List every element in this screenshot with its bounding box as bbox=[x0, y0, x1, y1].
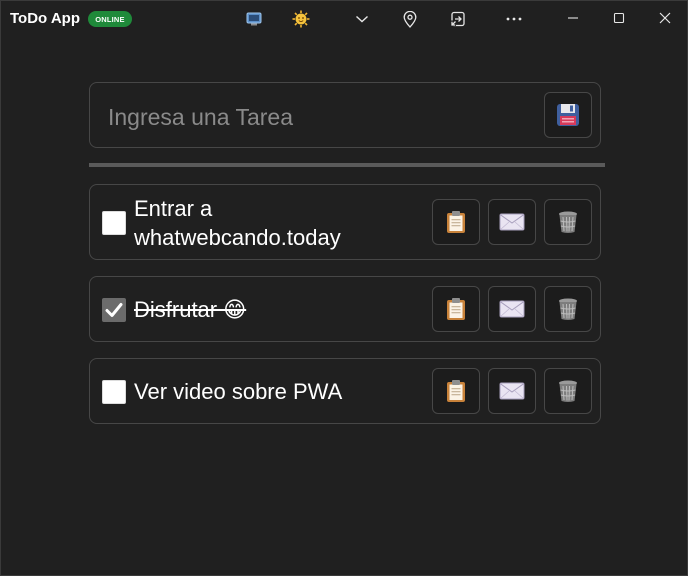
copy-button[interactable] bbox=[432, 286, 480, 332]
app-title: ToDo App bbox=[10, 10, 80, 27]
envelope-icon bbox=[499, 382, 525, 400]
task-label-line: Entrar a bbox=[134, 196, 213, 221]
task-label: Entrar a whatwebcando.today bbox=[134, 194, 424, 252]
more-options-icon[interactable] bbox=[502, 7, 526, 31]
delete-button[interactable] bbox=[544, 368, 592, 414]
clipboard-icon bbox=[447, 380, 465, 402]
task-label: Ver video sobre PWA bbox=[134, 379, 343, 404]
task-label: Disfrutar 😁 bbox=[134, 297, 247, 322]
maximize-button[interactable] bbox=[596, 1, 642, 35]
task-label-line: whatwebcando.today bbox=[134, 225, 341, 250]
cast-icon[interactable] bbox=[242, 7, 266, 31]
envelope-icon bbox=[499, 213, 525, 231]
email-button[interactable] bbox=[488, 286, 536, 332]
save-button[interactable] bbox=[544, 92, 592, 138]
checkmark-icon bbox=[105, 303, 123, 317]
task-item: Disfrutar 😁 bbox=[89, 276, 601, 342]
email-button[interactable] bbox=[488, 199, 536, 245]
title-bar: ToDo App ONLINE bbox=[1, 1, 688, 37]
minimize-icon bbox=[568, 17, 578, 19]
delete-button[interactable] bbox=[544, 286, 592, 332]
floppy-disk-icon bbox=[557, 104, 579, 126]
task-item: Ver video sobre PWA bbox=[89, 358, 601, 424]
task-checkbox[interactable] bbox=[102, 211, 126, 235]
clipboard-icon bbox=[447, 211, 465, 233]
app-window: ToDo App ONLINE Ingresa una Tarea Entrar… bbox=[0, 0, 688, 576]
wastebasket-icon bbox=[559, 380, 577, 402]
delete-button[interactable] bbox=[544, 199, 592, 245]
task-item: Entrar a whatwebcando.today bbox=[89, 184, 601, 260]
divider bbox=[89, 163, 605, 167]
minimize-button[interactable] bbox=[550, 1, 596, 35]
task-checkbox[interactable] bbox=[102, 298, 126, 322]
clipboard-icon bbox=[447, 298, 465, 320]
close-button[interactable] bbox=[642, 1, 688, 35]
sun-face-icon[interactable] bbox=[289, 7, 313, 31]
location-pin-icon[interactable] bbox=[398, 7, 422, 31]
envelope-icon bbox=[499, 300, 525, 318]
maximize-icon bbox=[613, 12, 625, 24]
task-checkbox[interactable] bbox=[102, 380, 126, 404]
status-badge: ONLINE bbox=[88, 11, 132, 27]
screen-share-icon[interactable] bbox=[446, 7, 470, 31]
task-input[interactable] bbox=[106, 97, 530, 137]
wastebasket-icon bbox=[559, 298, 577, 320]
email-button[interactable] bbox=[488, 368, 536, 414]
copy-button[interactable] bbox=[432, 368, 480, 414]
close-icon bbox=[659, 12, 671, 24]
wastebasket-icon bbox=[559, 211, 577, 233]
new-task-form bbox=[89, 82, 601, 148]
chevron-down-icon[interactable] bbox=[350, 7, 374, 31]
copy-button[interactable] bbox=[432, 199, 480, 245]
